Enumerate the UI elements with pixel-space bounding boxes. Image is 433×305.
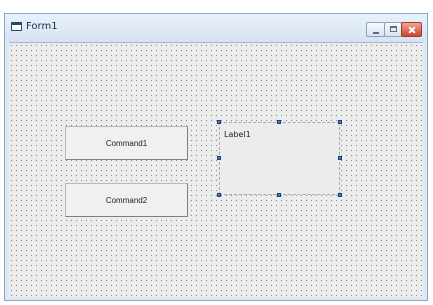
resize-handle-bottom-left[interactable]: [217, 193, 221, 197]
minimize-button[interactable]: [366, 22, 385, 37]
maximize-button[interactable]: [384, 22, 402, 37]
resize-handle-top-right[interactable]: [338, 120, 342, 124]
form-canvas[interactable]: Command1 Command2 Label1: [9, 42, 423, 297]
form-window: Form1 Command1 Command2 Label1: [4, 13, 428, 301]
label1-text: Label1: [224, 130, 251, 139]
window-title: Form1: [26, 21, 58, 32]
resize-handle-left[interactable]: [217, 156, 221, 160]
resize-handle-top[interactable]: [277, 120, 281, 124]
close-button[interactable]: [401, 22, 422, 37]
form-icon: [11, 22, 22, 31]
title-bar[interactable]: Form1: [5, 14, 427, 42]
resize-handle-right[interactable]: [338, 156, 342, 160]
resize-handle-bottom-right[interactable]: [338, 193, 342, 197]
resize-handle-top-left[interactable]: [217, 120, 221, 124]
command2-button[interactable]: Command2: [65, 183, 188, 217]
label1-control[interactable]: Label1: [219, 122, 340, 195]
command1-button[interactable]: Command1: [65, 126, 188, 160]
resize-handle-bottom[interactable]: [277, 193, 281, 197]
